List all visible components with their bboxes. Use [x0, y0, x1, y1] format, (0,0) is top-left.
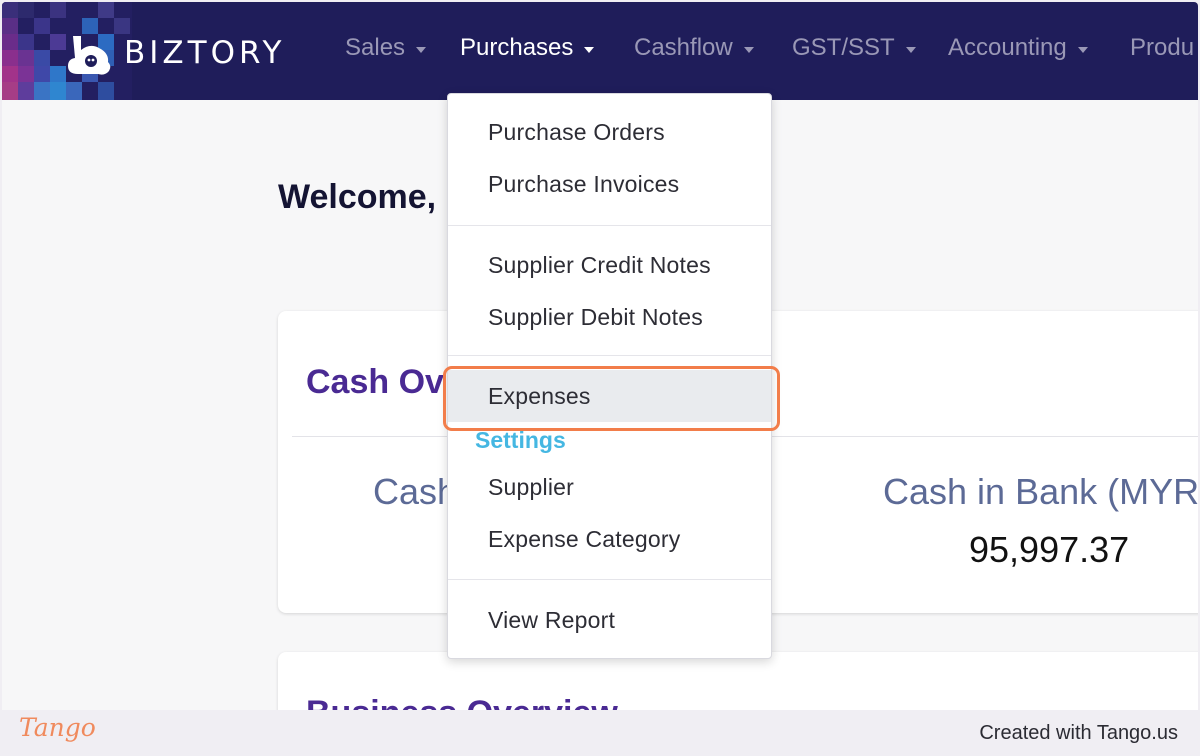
- nav-accounting-label: Accounting: [948, 34, 1067, 61]
- click-highlight-ring: [443, 366, 780, 431]
- brand[interactable]: BIZTORY: [64, 28, 285, 78]
- welcome-heading: Welcome,: [278, 178, 437, 216]
- nav-sales[interactable]: Sales: [345, 34, 427, 62]
- cash-in-bank-value: 95,997.37: [969, 529, 1130, 570]
- menu-item-view-report[interactable]: View Report: [488, 607, 615, 634]
- caret-down-icon: [905, 46, 916, 53]
- nav-cashflow-label: Cashflow: [634, 34, 733, 61]
- caret-down-icon: [743, 46, 754, 53]
- cash-in-bank-label: Cash in Bank (MYR: [883, 471, 1198, 512]
- menu-item-purchase-invoices[interactable]: Purchase Invoices: [488, 171, 679, 198]
- menu-item-expense-category[interactable]: Expense Category: [488, 526, 680, 553]
- nav-sales-label: Sales: [345, 34, 406, 61]
- menu-item-purchase-orders[interactable]: Purchase Orders: [488, 119, 665, 146]
- nav-purchases-label: Purchases: [460, 34, 574, 61]
- tango-footer: Tango Created with Tango.us: [0, 710, 1200, 756]
- nav-gst-sst[interactable]: GST/SST: [792, 34, 916, 62]
- nav-purchases[interactable]: Purchases: [460, 34, 595, 62]
- top-navbar: BIZTORY Sales Purchases Cashflow GST/SST…: [2, 2, 1198, 100]
- nav-gst-sst-label: GST/SST: [792, 34, 895, 61]
- nav-accounting[interactable]: Accounting: [948, 34, 1088, 62]
- nav-products[interactable]: Produ: [1130, 34, 1194, 62]
- menu-divider: [448, 225, 771, 226]
- caret-down-icon: [584, 46, 595, 53]
- menu-item-supplier[interactable]: Supplier: [488, 474, 574, 501]
- menu-item-supplier-debit-notes[interactable]: Supplier Debit Notes: [488, 304, 703, 331]
- menu-divider: [448, 355, 771, 356]
- caret-down-icon: [1077, 46, 1088, 53]
- business-overview-title: Business Overview: [306, 694, 618, 710]
- menu-item-supplier-credit-notes[interactable]: Supplier Credit Notes: [488, 252, 711, 279]
- menu-divider: [448, 579, 771, 580]
- created-with-credits: Created with Tango.us: [979, 722, 1178, 744]
- nav-products-label: Produ: [1130, 34, 1195, 61]
- cash-overview-title: Cash Ov: [306, 363, 444, 401]
- nav-cashflow[interactable]: Cashflow: [634, 34, 754, 62]
- caret-down-icon: [416, 46, 427, 53]
- cash-label: Cash: [373, 471, 458, 512]
- brand-name: BIZTORY: [124, 35, 286, 71]
- business-overview-card: Business Overview: [278, 652, 1198, 710]
- biztory-logo-icon: [68, 36, 111, 75]
- menu-section-settings: Settings: [475, 427, 566, 453]
- tango-logo: Tango: [19, 713, 96, 742]
